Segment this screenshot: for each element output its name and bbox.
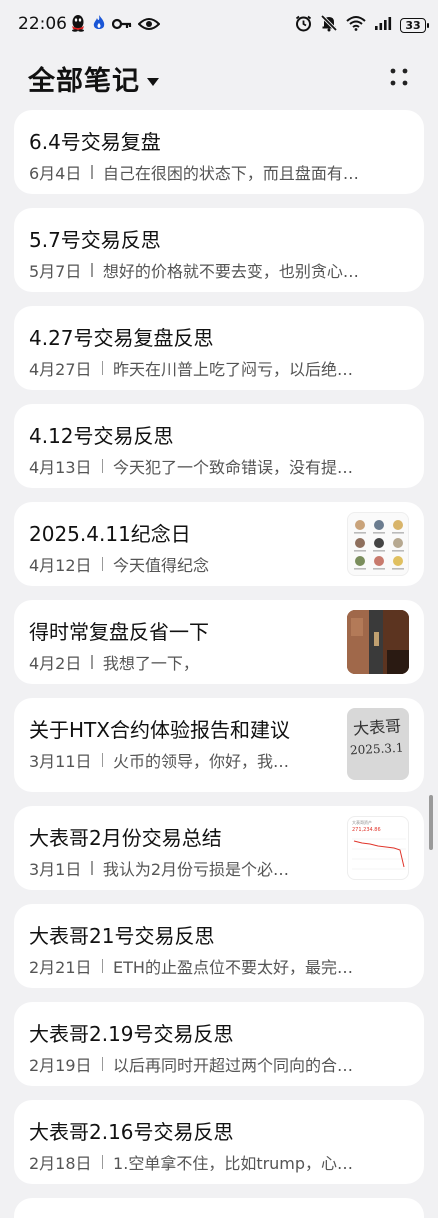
separator	[91, 165, 93, 179]
separator	[101, 753, 104, 767]
eye-icon	[137, 16, 161, 35]
separator	[101, 459, 104, 473]
note-meta: 4月13日 今天犯了一个致命错误，没有提…	[29, 454, 353, 478]
header: 全部笔记	[0, 55, 438, 105]
note-date: 2月19日	[29, 1056, 92, 1075]
note-card[interactable]: 6.4号交易复盘 6月4日 自己在很困的状态下，而且盘面有…	[14, 110, 424, 194]
note-meta: 3月11日 火币的领导，你好，我…	[29, 748, 289, 772]
battery-icon: 33	[400, 17, 429, 33]
note-date: 3月1日	[29, 860, 82, 879]
separator	[101, 1155, 104, 1169]
note-preview: 我想了一下，	[102, 654, 199, 673]
note-meta: 4月12日 今天值得纪念	[29, 552, 209, 576]
note-preview: 1.空单拿不住，比如trump，心…	[113, 1154, 354, 1173]
qq-icon	[70, 14, 86, 36]
mute-icon	[320, 14, 338, 36]
note-meta: 2月18日 1.空单拿不住，比如trump，心…	[29, 1150, 353, 1174]
thumbnail-image	[347, 610, 409, 674]
note-preview: 想好的价格就不要去变，也别贪心…	[102, 262, 359, 281]
separator	[91, 655, 93, 669]
separator	[101, 557, 104, 571]
note-title: 6.4号交易复盘	[29, 130, 161, 154]
note-preview: 今天犯了一个致命错误，没有提…	[113, 458, 354, 477]
thumbnail-image: 大表哥资产 271,234.86	[347, 816, 409, 880]
chevron-down-icon[interactable]	[146, 72, 160, 91]
note-preview: 我认为2月份亏损是个必…	[102, 860, 290, 879]
note-title: 大表哥2月份交易总结	[29, 826, 222, 850]
note-card[interactable]: 大表哥2月份交易总结 3月1日 我认为2月份亏损是个必… 大表哥资产 271,2…	[14, 806, 424, 890]
note-date: 6月4日	[29, 164, 82, 183]
note-meta: 4月27日 昨天在川普上吃了闷亏，以后绝…	[29, 356, 353, 380]
status-left-icons	[70, 14, 161, 36]
status-right-icons: 33	[295, 14, 429, 36]
note-card[interactable]: 5.7号交易反思 5月7日 想好的价格就不要去变，也别贪心…	[14, 208, 424, 292]
separator	[91, 263, 93, 277]
thumbnail-image: 大表哥 2025.3.1	[347, 708, 409, 780]
page-title[interactable]: 全部笔记	[28, 59, 140, 98]
note-title: 大表哥2.19号交易反思	[29, 1022, 234, 1046]
note-card[interactable]: 大表哥2.19号交易反思 2月19日 以后再同时开超过两个同向的合…	[14, 1002, 424, 1086]
note-preview: 以后再同时开超过两个同向的合…	[113, 1056, 354, 1075]
note-date: 4月12日	[29, 556, 92, 575]
scrollbar[interactable]	[429, 795, 433, 850]
note-meta: 2月19日 以后再同时开超过两个同向的合…	[29, 1052, 353, 1076]
note-preview: 昨天在川普上吃了闷亏，以后绝…	[113, 360, 354, 379]
separator	[91, 861, 93, 875]
note-title: 关于HTX合约体验报告和建议	[29, 718, 290, 742]
note-title: 4.27号交易复盘反思	[29, 326, 214, 350]
signal-icon	[374, 16, 392, 35]
handwriting-line2: 2025.3.1	[349, 740, 404, 758]
note-card[interactable]: 得时常复盘反省一下 4月2日 我想了一下，	[14, 600, 424, 684]
note-card[interactable]: 4.12号交易反思 4月13日 今天犯了一个致命错误，没有提…	[14, 404, 424, 488]
note-date: 4月27日	[29, 360, 92, 379]
note-title: 2025.4.11纪念日	[29, 522, 191, 546]
note-card[interactable]: 大表哥2.16号交易反思 2月18日 1.空单拿不住，比如trump，心…	[14, 1100, 424, 1184]
note-title: 5.7号交易反思	[29, 228, 161, 252]
note-preview: ETH的止盈点位不要太好，最完…	[113, 958, 353, 977]
note-meta: 4月2日 我想了一下，	[29, 650, 199, 674]
thumbnail-image	[347, 512, 409, 576]
note-meta: 5月7日 想好的价格就不要去变，也别贪心…	[29, 258, 359, 282]
note-date: 2月18日	[29, 1154, 92, 1173]
more-options-icon[interactable]	[388, 66, 410, 88]
note-date: 3月11日	[29, 752, 92, 771]
note-date: 4月2日	[29, 654, 82, 673]
note-preview: 今天值得纪念	[113, 556, 210, 575]
handwriting-line1: 大表哥	[352, 716, 402, 739]
note-title: 得时常复盘反省一下	[29, 620, 209, 644]
status-bar: 22:06 33	[0, 0, 438, 50]
note-meta: 3月1日 我认为2月份亏损是个必…	[29, 856, 289, 880]
note-card[interactable]: 2025.4.11纪念日 4月12日 今天值得纪念	[14, 502, 424, 586]
note-title: 大表哥2.16号交易反思	[29, 1120, 234, 1144]
note-date: 5月7日	[29, 262, 82, 281]
note-preview: 自己在很困的状态下，而且盘面有…	[102, 164, 359, 183]
separator	[101, 1057, 104, 1071]
note-date: 4月13日	[29, 458, 92, 477]
note-meta: 6月4日 自己在很困的状态下，而且盘面有…	[29, 160, 359, 184]
wifi-icon	[346, 15, 366, 35]
alarm-icon	[295, 15, 312, 36]
status-time: 22:06	[18, 14, 67, 34]
flame-icon	[92, 14, 106, 36]
separator	[101, 361, 104, 375]
note-card[interactable]	[14, 1198, 424, 1218]
note-title: 4.12号交易反思	[29, 424, 174, 448]
note-date: 2月21日	[29, 958, 92, 977]
note-meta: 2月21日 ETH的止盈点位不要太好，最完…	[29, 954, 353, 978]
key-icon	[111, 16, 132, 35]
separator	[101, 959, 104, 973]
note-card[interactable]: 4.27号交易复盘反思 4月27日 昨天在川普上吃了闷亏，以后绝…	[14, 306, 424, 390]
note-card[interactable]: 大表哥21号交易反思 2月21日 ETH的止盈点位不要太好，最完…	[14, 904, 424, 988]
note-title: 大表哥21号交易反思	[29, 924, 215, 948]
note-preview: 火币的领导，你好，我…	[113, 752, 290, 771]
note-card[interactable]: 关于HTX合约体验报告和建议 3月11日 火币的领导，你好，我… 大表哥 202…	[14, 698, 424, 792]
